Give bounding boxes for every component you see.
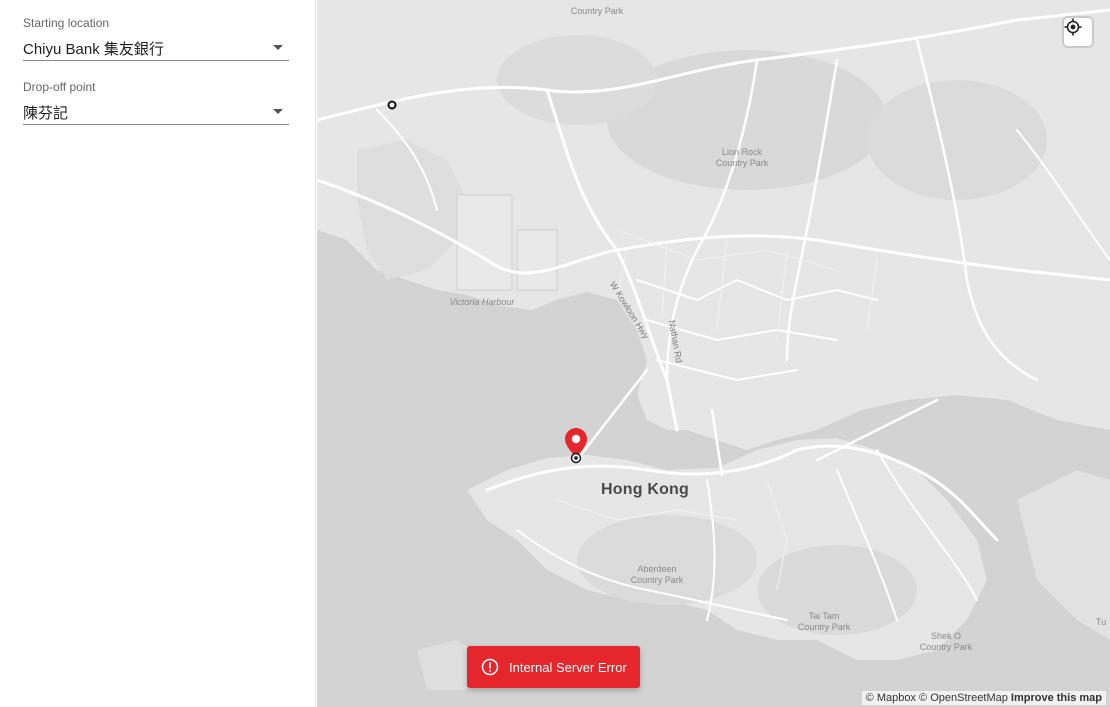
alert-circle-icon bbox=[481, 658, 499, 676]
starting-location-value: Chiyu Bank 集友銀行 bbox=[23, 40, 164, 58]
map-base-layer bbox=[317, 0, 1110, 690]
map-label-hong-kong: Hong Kong bbox=[601, 481, 689, 498]
location-target-icon bbox=[570, 452, 582, 464]
dropoff-point-value: 陳芬記 bbox=[23, 104, 69, 122]
lion-rock-line-1: Lion Rock bbox=[721, 147, 763, 157]
hill-shade bbox=[497, 35, 657, 125]
map-label-lion-rock: Lion Rock Country Park bbox=[707, 147, 777, 169]
dropoff-point-select[interactable]: Drop-off point 陳芬記 bbox=[23, 80, 289, 125]
crosshair-icon bbox=[1064, 18, 1082, 36]
aberdeen-line-1: Aberdeen bbox=[637, 564, 677, 574]
error-toast: Internal Server Error bbox=[467, 646, 640, 688]
sidebar: Starting location Chiyu Bank 集友銀行 Drop-o… bbox=[0, 0, 316, 707]
mapbox-attribution-link[interactable]: © Mapbox bbox=[866, 692, 916, 704]
starting-location-label: Starting location bbox=[23, 16, 110, 30]
map-label-tu: Tu bbox=[1095, 617, 1107, 627]
dropdown-caret-icon[interactable] bbox=[273, 45, 283, 50]
starting-location-value-row[interactable]: Chiyu Bank 集友銀行 bbox=[23, 36, 289, 61]
locate-me-button[interactable] bbox=[1064, 18, 1092, 46]
dropoff-point-label: Drop-off point bbox=[23, 80, 96, 94]
improve-map-link[interactable]: Improve this map bbox=[1011, 692, 1102, 704]
eastern-peninsula bbox=[1017, 470, 1110, 640]
tai-tam-line-1: Tai Tam bbox=[808, 611, 840, 621]
map-label-tai-tam: Tai Tam Country Park bbox=[789, 611, 859, 633]
map-label-victoria-harbour: Victoria Harbour bbox=[449, 297, 515, 307]
aberdeen-line-2: Country Park bbox=[630, 575, 684, 585]
dropdown-caret-icon[interactable] bbox=[273, 109, 283, 114]
container-terminal bbox=[456, 194, 513, 291]
map-attribution: © Mapbox © OpenStreetMap Improve this ma… bbox=[861, 691, 1106, 705]
map-label-aberdeen: Aberdeen Country Park bbox=[622, 564, 692, 586]
starting-location-select[interactable]: Starting location Chiyu Bank 集友銀行 bbox=[23, 16, 289, 61]
hill-shade bbox=[867, 80, 1047, 200]
start-location-ring-icon bbox=[387, 100, 397, 110]
map-canvas[interactable]: Country Park Lion Rock Country Park Vict… bbox=[317, 0, 1110, 707]
lion-rock-line-2: Country Park bbox=[715, 158, 769, 168]
osm-attribution-link[interactable]: © OpenStreetMap bbox=[919, 692, 1008, 704]
container-terminal bbox=[516, 229, 558, 291]
error-toast-message: Internal Server Error bbox=[509, 659, 627, 675]
dropoff-point-value-row[interactable]: 陳芬記 bbox=[23, 100, 289, 125]
tai-tam-line-2: Country Park bbox=[797, 622, 851, 632]
map-label-shek-o: Shek O Country Park bbox=[911, 631, 981, 653]
hill-shade bbox=[577, 515, 757, 605]
shek-o-line-1: Shek O bbox=[930, 631, 961, 641]
shek-o-line-2: Country Park bbox=[919, 642, 973, 652]
map-label-country-park-top: Country Park bbox=[570, 6, 624, 16]
